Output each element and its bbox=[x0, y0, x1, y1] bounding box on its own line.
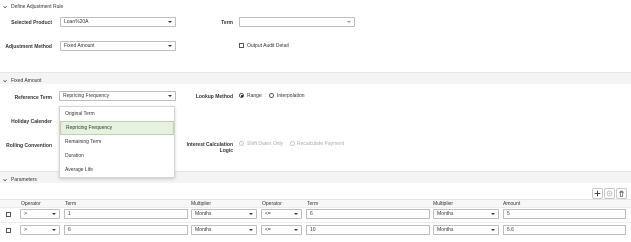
row-1-amount-value: 5 bbox=[507, 211, 510, 217]
row-1-term-2-value: 6 bbox=[310, 211, 313, 217]
row-separator bbox=[0, 222, 631, 223]
row-1-checkbox[interactable] bbox=[6, 212, 11, 217]
adjustment-method-select[interactable]: Fixed Amount bbox=[60, 41, 176, 51]
caret-down-icon bbox=[52, 229, 56, 231]
row-1-multiplier-2-select[interactable]: Months bbox=[433, 209, 499, 219]
caret-down-icon bbox=[249, 213, 253, 215]
row-2-operator-1-select[interactable]: > bbox=[20, 225, 60, 235]
define-section-header[interactable]: Define Adjustment Rule bbox=[3, 4, 63, 10]
output-audit-label: Output Audit Detail bbox=[247, 43, 289, 49]
caret-down-icon bbox=[294, 229, 298, 231]
row-2-operator-1-value: > bbox=[24, 227, 27, 233]
add-row-button[interactable] bbox=[592, 188, 603, 199]
rolling-convention-label: Rolling Convention bbox=[6, 143, 52, 149]
define-section-title: Define Adjustment Rule bbox=[11, 4, 64, 10]
row-1-operator-2-value: <= bbox=[265, 211, 271, 217]
lookup-range-radio[interactable] bbox=[239, 93, 244, 98]
copy-row-button[interactable] bbox=[604, 188, 615, 199]
row-2-multiplier-2-value: Months bbox=[437, 227, 454, 233]
caret-down-icon bbox=[52, 213, 56, 215]
row-1-multiplier-1-value: Months bbox=[195, 211, 212, 217]
row-2-operator-2-value: <= bbox=[265, 227, 271, 233]
row-1-operator-1-select[interactable]: > bbox=[20, 209, 60, 219]
row-1-multiplier-1-select[interactable]: Months bbox=[191, 209, 257, 219]
row-2-amount-input[interactable]: 5.6 bbox=[503, 225, 626, 235]
row-2-multiplier-2-select[interactable]: Months bbox=[433, 225, 499, 235]
shift-dates-radio[interactable] bbox=[239, 141, 244, 146]
row-1-term-2-input[interactable]: 6 bbox=[306, 209, 430, 219]
row-separator bbox=[0, 207, 631, 208]
interest-calc-label-line2: Logic bbox=[219, 148, 233, 154]
dropdown-option-original-term[interactable]: Original Term bbox=[60, 107, 174, 121]
lookup-range-label: Range bbox=[247, 93, 262, 99]
caret-down-icon bbox=[168, 95, 172, 97]
caret-down-icon bbox=[168, 45, 172, 47]
selected-product-value: Loan%20A bbox=[64, 19, 89, 25]
row-2-amount-value: 5.6 bbox=[507, 227, 514, 233]
caret-down-icon bbox=[168, 21, 172, 23]
row-2-term-2-input[interactable]: 10 bbox=[306, 225, 430, 235]
fixed-section-title: Fixed Amount bbox=[11, 78, 42, 84]
dropdown-option-remaining-term[interactable]: Remaining Term bbox=[60, 135, 174, 149]
adjustment-method-label: Adjustment Method bbox=[5, 44, 52, 50]
lookup-interpolation-label: Interpolation bbox=[277, 93, 305, 99]
caret-down-icon bbox=[347, 21, 351, 23]
chevron-down-icon bbox=[3, 79, 7, 83]
dropdown-option-repricing-frequency[interactable]: Repricing Frequency bbox=[60, 121, 174, 135]
trash-icon bbox=[619, 190, 624, 197]
caret-down-icon bbox=[491, 213, 495, 215]
chevron-down-icon bbox=[3, 178, 7, 182]
parameters-section-title: Parameters bbox=[11, 177, 37, 183]
reference-term-label: Reference Term bbox=[14, 95, 52, 101]
parameters-section-header[interactable]: Parameters bbox=[3, 177, 37, 183]
caret-down-icon bbox=[294, 213, 298, 215]
row-1-term-1-input[interactable]: 1 bbox=[64, 209, 188, 219]
row-2-term-1-input[interactable]: 6 bbox=[64, 225, 188, 235]
output-audit-checkbox[interactable] bbox=[239, 43, 244, 48]
caret-down-icon bbox=[249, 229, 253, 231]
row-1-term-1-value: 1 bbox=[68, 211, 71, 217]
copy-icon bbox=[606, 190, 613, 197]
chevron-down-icon bbox=[3, 5, 7, 9]
row-2-multiplier-1-select[interactable]: Months bbox=[191, 225, 257, 235]
lookup-method-label: Lookup Method bbox=[195, 94, 233, 100]
selected-product-select[interactable]: Loan%20A bbox=[60, 17, 176, 27]
plus-icon bbox=[594, 190, 601, 197]
row-1-operator-2-select[interactable]: <= bbox=[261, 209, 302, 219]
row-2-operator-2-select[interactable]: <= bbox=[261, 225, 302, 235]
row-1-amount-input[interactable]: 5 bbox=[503, 209, 626, 219]
reference-term-dropdown: Original Term Repricing Frequency Remain… bbox=[59, 106, 175, 178]
recalculate-payment-label: Recalculate Payment bbox=[297, 141, 345, 147]
row-2-checkbox[interactable] bbox=[6, 228, 11, 233]
row-2-term-2-value: 10 bbox=[310, 227, 316, 233]
row-1-multiplier-2-value: Months bbox=[437, 211, 454, 217]
holiday-calendar-label: Holiday Calender bbox=[11, 119, 52, 125]
dropdown-option-duration[interactable]: Duration bbox=[60, 149, 174, 163]
row-2-multiplier-1-value: Months bbox=[195, 227, 212, 233]
delete-row-button[interactable] bbox=[616, 188, 627, 199]
selected-product-label: Selected Product bbox=[11, 20, 52, 26]
row-2-term-1-value: 6 bbox=[68, 227, 71, 233]
reference-term-value: Repricing Frequency bbox=[63, 93, 110, 99]
row-1-operator-1-value: > bbox=[24, 211, 27, 217]
shift-dates-label: Shift Dates Only bbox=[247, 141, 284, 147]
dropdown-option-average-life[interactable]: Average Life bbox=[60, 163, 174, 177]
fixed-section-header[interactable]: Fixed Amount bbox=[3, 78, 42, 84]
caret-down-icon bbox=[491, 229, 495, 231]
term-select[interactable] bbox=[239, 17, 355, 27]
recalculate-payment-radio[interactable] bbox=[290, 141, 295, 146]
lookup-interpolation-radio[interactable] bbox=[269, 93, 274, 98]
adjustment-method-value: Fixed Amount bbox=[64, 43, 95, 49]
fixed-section-band bbox=[0, 72, 631, 84]
term-label: Term bbox=[221, 20, 233, 26]
reference-term-select[interactable]: Repricing Frequency bbox=[59, 91, 176, 101]
